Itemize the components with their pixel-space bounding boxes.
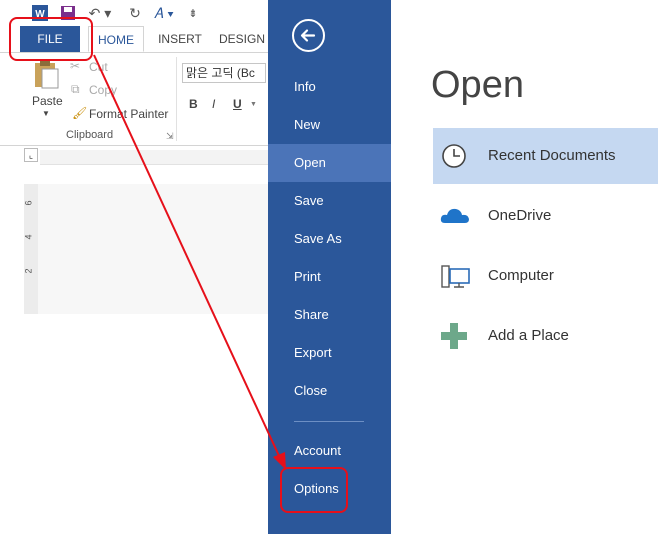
italic-button[interactable]: I: [212, 97, 215, 111]
nav-new[interactable]: New: [268, 106, 391, 144]
cloud-icon: [440, 208, 469, 223]
bold-button[interactable]: B: [189, 97, 198, 111]
customize-toolbar-icon[interactable]: ⇟: [186, 3, 200, 23]
cut-button[interactable]: Cut: [89, 60, 108, 74]
paste-icon[interactable]: [32, 59, 60, 89]
annotation-highlight-options: [280, 467, 348, 513]
dialog-launcher-icon[interactable]: ⇲: [166, 131, 174, 142]
vertical-ruler: 6 4 2: [24, 184, 38, 314]
clock-icon: [442, 144, 466, 168]
nav-divider: [294, 421, 364, 422]
tab-design[interactable]: DESIGN: [216, 26, 268, 52]
format-painter-icon: 🖌: [72, 106, 88, 120]
back-button[interactable]: [292, 19, 325, 52]
cut-icon: ✂: [70, 59, 81, 73]
place-add-a-place[interactable]: Add a Place: [433, 308, 658, 364]
horizontal-ruler: [40, 150, 268, 165]
place-label: Computer: [488, 267, 554, 284]
underline-button[interactable]: U: [233, 97, 242, 111]
ribbon: Paste ▼ ✂ Cut ⧉ Copy 🖌 Format Painter Cl…: [0, 53, 268, 146]
copy-icon: ⧉: [71, 82, 80, 96]
nav-close[interactable]: Close: [268, 372, 391, 410]
place-label: Recent Documents: [488, 147, 616, 164]
redo-icon[interactable]: ↻: [126, 3, 144, 23]
plus-icon: [441, 323, 467, 349]
backstage-nav: Info New Open Save Save As Print Share E…: [268, 0, 391, 534]
ruler-mark: 4: [23, 234, 34, 240]
place-onedrive[interactable]: OneDrive: [433, 188, 658, 244]
paste-button[interactable]: Paste: [32, 94, 63, 108]
nav-export[interactable]: Export: [268, 334, 391, 372]
nav-open[interactable]: Open: [268, 144, 391, 182]
nav-account[interactable]: Account: [268, 432, 391, 470]
ribbon-group-divider: [176, 57, 177, 141]
nav-print[interactable]: Print: [268, 258, 391, 296]
place-label: Add a Place: [488, 327, 569, 344]
underline-dropdown-icon[interactable]: ▼: [250, 101, 257, 108]
format-painter-button[interactable]: Format Painter: [89, 107, 168, 121]
ruler-mark: 2: [23, 268, 34, 274]
place-computer[interactable]: Computer: [433, 248, 658, 304]
copy-button[interactable]: Copy: [89, 83, 117, 97]
nav-save[interactable]: Save: [268, 182, 391, 220]
nav-save-as[interactable]: Save As: [268, 220, 391, 258]
tab-selector-icon[interactable]: ⌞: [24, 148, 38, 162]
clipboard-group-label: Clipboard: [66, 129, 114, 141]
place-recent-documents[interactable]: Recent Documents: [433, 128, 658, 184]
tab-insert[interactable]: INSERT: [152, 26, 208, 52]
paste-dropdown-icon[interactable]: ▼: [42, 109, 50, 118]
tab-home[interactable]: HOME: [88, 26, 144, 52]
document-page[interactable]: [24, 314, 268, 534]
page-margin-area: [38, 184, 268, 314]
text-style-icon[interactable]: 𝐴 ▾: [150, 3, 178, 23]
page-title: Open: [431, 64, 524, 106]
computer-icon: [441, 265, 470, 288]
ruler-mark: 6: [23, 200, 34, 206]
document-area: ⌞ 6 4 2: [0, 146, 268, 534]
back-arrow-icon: [300, 29, 316, 42]
annotation-highlight-file: [9, 17, 93, 61]
nav-info[interactable]: Info: [268, 68, 391, 106]
nav-share[interactable]: Share: [268, 296, 391, 334]
place-label: OneDrive: [488, 207, 552, 224]
open-panel: Open Recent Documents OneDrive Computer …: [391, 0, 658, 534]
font-name-box[interactable]: 맑은 고딕 (Bc: [182, 63, 266, 83]
